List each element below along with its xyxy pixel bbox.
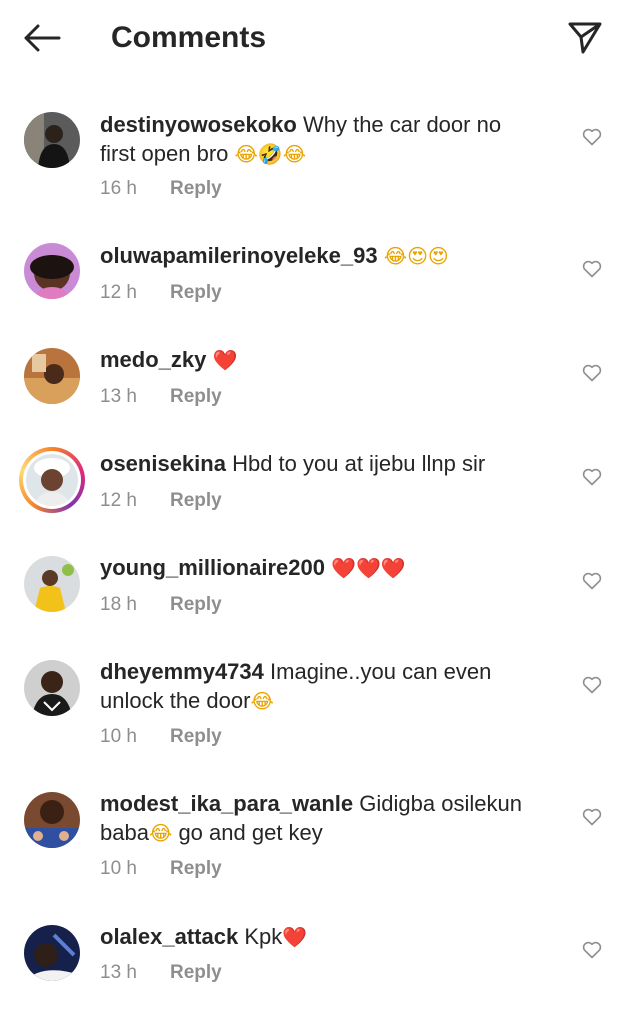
avatar[interactable] <box>24 792 80 848</box>
comment-emojis: ❤️ <box>212 348 238 372</box>
like-button[interactable] <box>578 463 606 491</box>
like-button[interactable] <box>578 567 606 595</box>
comment-body: Kpk <box>244 924 283 949</box>
comment-emojis: ❤️ <box>282 925 308 949</box>
heart-outline-icon <box>582 128 602 146</box>
comment-text: oluwapamilerinoyeleke_93 😂😍😍 <box>100 241 540 271</box>
comment-meta: 13 h Reply <box>100 962 222 984</box>
avatar[interactable] <box>24 243 80 299</box>
avatar[interactable] <box>24 348 80 404</box>
comment-time: 10 h <box>100 726 137 747</box>
comment-text: medo_zky ❤️ <box>100 345 540 375</box>
comment-body: Hbd to you at ijebu llnp sir <box>232 451 486 476</box>
reply-button[interactable]: Reply <box>170 178 222 199</box>
comment-text: young_millionaire200 ❤️❤️❤️ <box>100 553 540 583</box>
comment-time: 12 h <box>100 490 137 511</box>
heart-outline-icon <box>582 260 602 278</box>
comment-list: destinyowosekoko Why the car door no fir… <box>0 0 624 1024</box>
comment-time: 13 h <box>100 962 137 983</box>
comment-meta: 12 h Reply <box>100 282 222 304</box>
like-button[interactable] <box>578 359 606 387</box>
comment-emojis: 😂 <box>148 821 173 845</box>
comment-text: olalex_attack Kpk❤️ <box>100 922 540 952</box>
comment-emojis: ❤️❤️❤️ <box>331 556 406 580</box>
comment-time: 18 h <box>100 594 137 615</box>
comment-username[interactable]: olalex_attack <box>100 924 238 949</box>
comment-emojis: 😂 <box>250 689 274 713</box>
heart-outline-icon <box>582 572 602 590</box>
comment-meta: 13 h Reply <box>100 386 222 408</box>
comment-text: modest_ika_para_wanle Gidigba osilekun b… <box>100 789 540 848</box>
comment-username[interactable]: young_millionaire200 <box>100 555 325 580</box>
comment-username[interactable]: osenisekina <box>100 451 226 476</box>
comment-meta: 16 h Reply <box>100 178 222 200</box>
comment-meta: 10 h Reply <box>100 858 222 880</box>
avatar[interactable] <box>24 660 80 716</box>
like-button[interactable] <box>578 671 606 699</box>
comment-username[interactable]: modest_ika_para_wanle <box>100 791 353 816</box>
comment-username[interactable]: dheyemmy4734 <box>100 659 264 684</box>
reply-button[interactable]: Reply <box>170 490 222 511</box>
comment-text: dheyemmy4734 Imagine..you can even unloc… <box>100 657 540 716</box>
comment-emojis: 😂😍😍 <box>383 244 449 268</box>
comment-emojis: 😂🤣😂 <box>234 142 307 166</box>
avatar[interactable] <box>24 925 80 981</box>
heart-outline-icon <box>582 676 602 694</box>
like-button[interactable] <box>578 255 606 283</box>
comment-text: destinyowosekoko Why the car door no fir… <box>100 110 540 169</box>
comment-text: osenisekina Hbd to you at ijebu llnp sir <box>100 449 540 478</box>
like-button[interactable] <box>578 123 606 151</box>
comment-body-continued: unlock the door <box>100 688 251 713</box>
avatar[interactable] <box>24 112 80 168</box>
comment-meta: 12 h Reply <box>100 490 222 512</box>
reply-button[interactable]: Reply <box>170 858 222 879</box>
like-button[interactable] <box>578 803 606 831</box>
comment-body-end: go and get key <box>172 820 323 845</box>
comment-body: Why the car door no <box>302 112 502 137</box>
comment-body: Gidigba osilekun <box>359 791 522 816</box>
comment-username[interactable]: medo_zky <box>100 347 206 372</box>
avatar-story-ring[interactable] <box>19 447 85 513</box>
comment-body: Imagine..you can even <box>270 659 492 684</box>
comment-meta: 18 h Reply <box>100 594 222 616</box>
comment-time: 12 h <box>100 282 137 303</box>
heart-outline-icon <box>582 941 602 959</box>
comment-time: 16 h <box>100 178 137 199</box>
reply-button[interactable]: Reply <box>170 726 222 747</box>
avatar[interactable] <box>24 556 80 612</box>
comment-body-continued: baba <box>100 820 149 845</box>
heart-outline-icon <box>582 808 602 826</box>
comment-username[interactable]: destinyowosekoko <box>100 112 297 137</box>
comment-time: 13 h <box>100 386 137 407</box>
reply-button[interactable]: Reply <box>170 594 222 615</box>
like-button[interactable] <box>578 936 606 964</box>
comment-body-continued: first open bro <box>100 141 229 166</box>
comment-username[interactable]: oluwapamilerinoyeleke_93 <box>100 243 378 268</box>
heart-outline-icon <box>582 468 602 486</box>
comment-meta: 10 h Reply <box>100 726 222 748</box>
comment-time: 10 h <box>100 858 137 879</box>
heart-outline-icon <box>582 364 602 382</box>
reply-button[interactable]: Reply <box>170 386 222 407</box>
reply-button[interactable]: Reply <box>170 282 222 303</box>
reply-button[interactable]: Reply <box>170 962 222 983</box>
